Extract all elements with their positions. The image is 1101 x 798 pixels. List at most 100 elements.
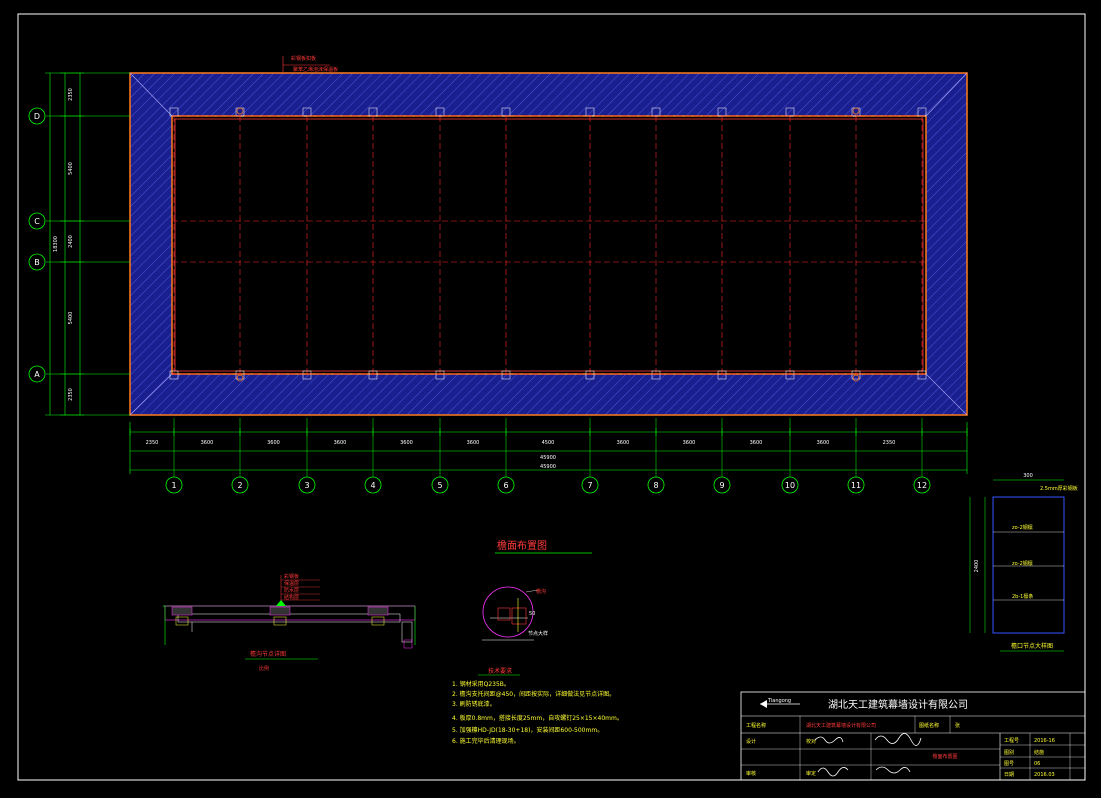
signature-3 [817,767,849,777]
grid-row-label: B [34,258,40,267]
rf-value-4: 2016.03 [1034,772,1055,778]
tech-item-1: 1. 钢材采用Q235B。 [452,680,510,688]
tech-item-6: 6. 施工完毕后清理现场。 [452,737,520,745]
side-label-2: zo-2钢檩 [1012,524,1033,531]
side-top-dim: 300 [1023,473,1033,479]
review-label: 审核 [746,770,756,777]
logo-text: Tiangong [767,698,791,704]
dim-segment-label: 3600 [617,440,630,446]
check-label: 校对 [806,738,816,745]
dim-segment-label: 2350 [146,440,159,446]
section-caption: 檐沟节点详图 [250,650,286,658]
sheet-value: 张 [955,722,960,729]
tech-item-3: 3. 刷防锈底漆。 [452,700,496,708]
tech-requirements: 1. 钢材采用Q235B。 2. 檐沟支托间距@450，间距按实际，详细做法见节… [452,680,623,745]
tech-item-5: 5. 加强檩HD-JD(18-30+18)，安装间距600-500mm。 [452,726,603,734]
circle-label-1: 檐沟 [536,588,546,595]
side-label-3: zo-2钢檩 [1012,560,1033,567]
roof-outer-edge [129,72,968,416]
grid-col-label: 9 [719,481,724,490]
rf-label-3: 图号 [1004,761,1014,767]
dim-segment-label: 3600 [817,440,830,446]
side-caption: 檐口节点大样图 [1011,642,1053,650]
circle-label-2: 50 [529,611,535,617]
project-label: 工程名称 [746,722,766,729]
dimension-bottom: 45900 45900 2350 3600 3600 3600 3600 3600 4500… [129,422,968,474]
top-callout-2: 聚苯乙烯泡沫保温板 [293,66,338,73]
dim-left-segment: 5400 [68,162,74,175]
side-label-1: 2.5mm厚彩钢板 [1040,485,1078,492]
grid-col-label: 8 [653,481,658,490]
tech-item-2: 2. 檐沟支托间距@450，间距按实际，详细做法见节点详图。 [452,690,615,698]
top-callout: 彩钢板扣板 聚苯乙烯泡沫保温板 [282,55,338,73]
dim-total-2: 45900 [540,464,556,470]
dim-segment-label: 2350 [883,440,896,446]
circle-label-3: 节点大样 [528,630,548,637]
grid-row-label: C [34,217,40,226]
drawing-name: 檐面布置图 [932,753,957,760]
dim-segment-label: 4500 [542,440,555,446]
dimension-left: 18300 2350 5400 2400 5400 2350 [45,72,130,416]
grid-col-label: 7 [587,481,592,490]
rf-label-4: 日期 [1004,772,1014,778]
company-name: 湖北天工建筑幕墙设计有限公司 [828,698,968,711]
grid-col-label: 6 [503,481,508,490]
dim-segment-label: 3600 [683,440,696,446]
dim-segment-label: 3600 [467,440,480,446]
top-callout-1: 彩钢板扣板 [291,55,316,62]
dim-segment-label: 3600 [267,440,280,446]
dim-left-segment: 2350 [68,88,74,101]
grid-col-label: 5 [437,481,442,490]
signature-2 [874,733,922,746]
dim-left-segment: 5400 [68,312,74,325]
dim-segment-label: 3600 [201,440,214,446]
grid-col-label: 12 [917,481,927,490]
signature-1 [814,736,844,744]
grid-col-label: 10 [785,481,795,490]
cad-drawing: 1 2 3 4 5 6 7 8 9 10 11 12 DCBA 45900 45900 2350 360… [17,13,1086,781]
dim-segment-label: 3600 [400,440,413,446]
dim-segment-label: 3600 [750,440,763,446]
grid-lines [169,107,927,382]
grid-row-label: D [34,112,40,121]
eave-section-detail: 彩钢板 保温层 防水层 结构层 檐沟节点详图 比例 [163,573,416,672]
title-block: Tiangong 湖北天工建筑幕墙设计有限公司 工程名称 湖北天工建筑幕墙设计有… [740,691,1086,781]
project-value: 湖北天工建筑幕墙设计有限公司 [806,722,876,729]
dim-left-segment: 2400 [68,235,74,248]
grid-col-label: 2 [237,481,242,490]
side-left-dim: 2400 [974,560,980,573]
grid-col-label: 11 [851,481,861,490]
rf-label-2: 图别 [1004,749,1014,756]
rf-label-1: 工程号 [1004,737,1019,744]
grid-col-label: 3 [304,481,309,490]
grid-row-label: A [34,370,40,379]
rf-value-3: 06 [1034,761,1040,767]
dim-left-segment: 2350 [68,388,74,401]
gutter-circle-detail: 檐沟 50 节点大样 技术要求 [478,586,548,676]
tech-item-4: 4. 板厚0.8mm，搭接长度25mm，自攻螺钉25×15×40mm。 [452,714,623,722]
approve-label: 审定 [806,770,816,777]
tech-title: 技术要求 [488,667,512,675]
design-label: 设计 [746,738,756,745]
section-label-2: 保温层 [284,580,299,587]
section-scale: 比例 [259,665,269,672]
roof-inner-edge [171,115,927,375]
section-label-3: 防水层 [284,587,299,594]
drawing-label: 图纸名称 [919,722,939,729]
dim-segment-label: 3600 [334,440,347,446]
section-label-1: 彩钢板 [284,573,299,580]
grid-row-bubbles: D C B A [28,107,130,383]
roof-plan [129,72,968,416]
grid-col-label: 4 [370,481,375,490]
side-label-4: 2b-1檩条 [1012,593,1033,600]
grid-col-label: 1 [171,481,176,490]
section-title: 檐面布置图 [497,539,547,552]
rf-value-1: 2016-16 [1034,738,1055,744]
dim-total-1: 45900 [540,455,556,461]
section-label-4: 结构层 [284,594,299,601]
side-detail: 300 2400 2.5mm厚彩钢板 zo-2钢檩 zo-2钢檩 2b-1檩条 … [969,473,1078,652]
dim-left-total: 18300 [53,236,59,252]
signature-4 [875,766,911,774]
rf-value-2: 结施 [1034,749,1044,756]
roof-hatch-area [130,73,967,415]
